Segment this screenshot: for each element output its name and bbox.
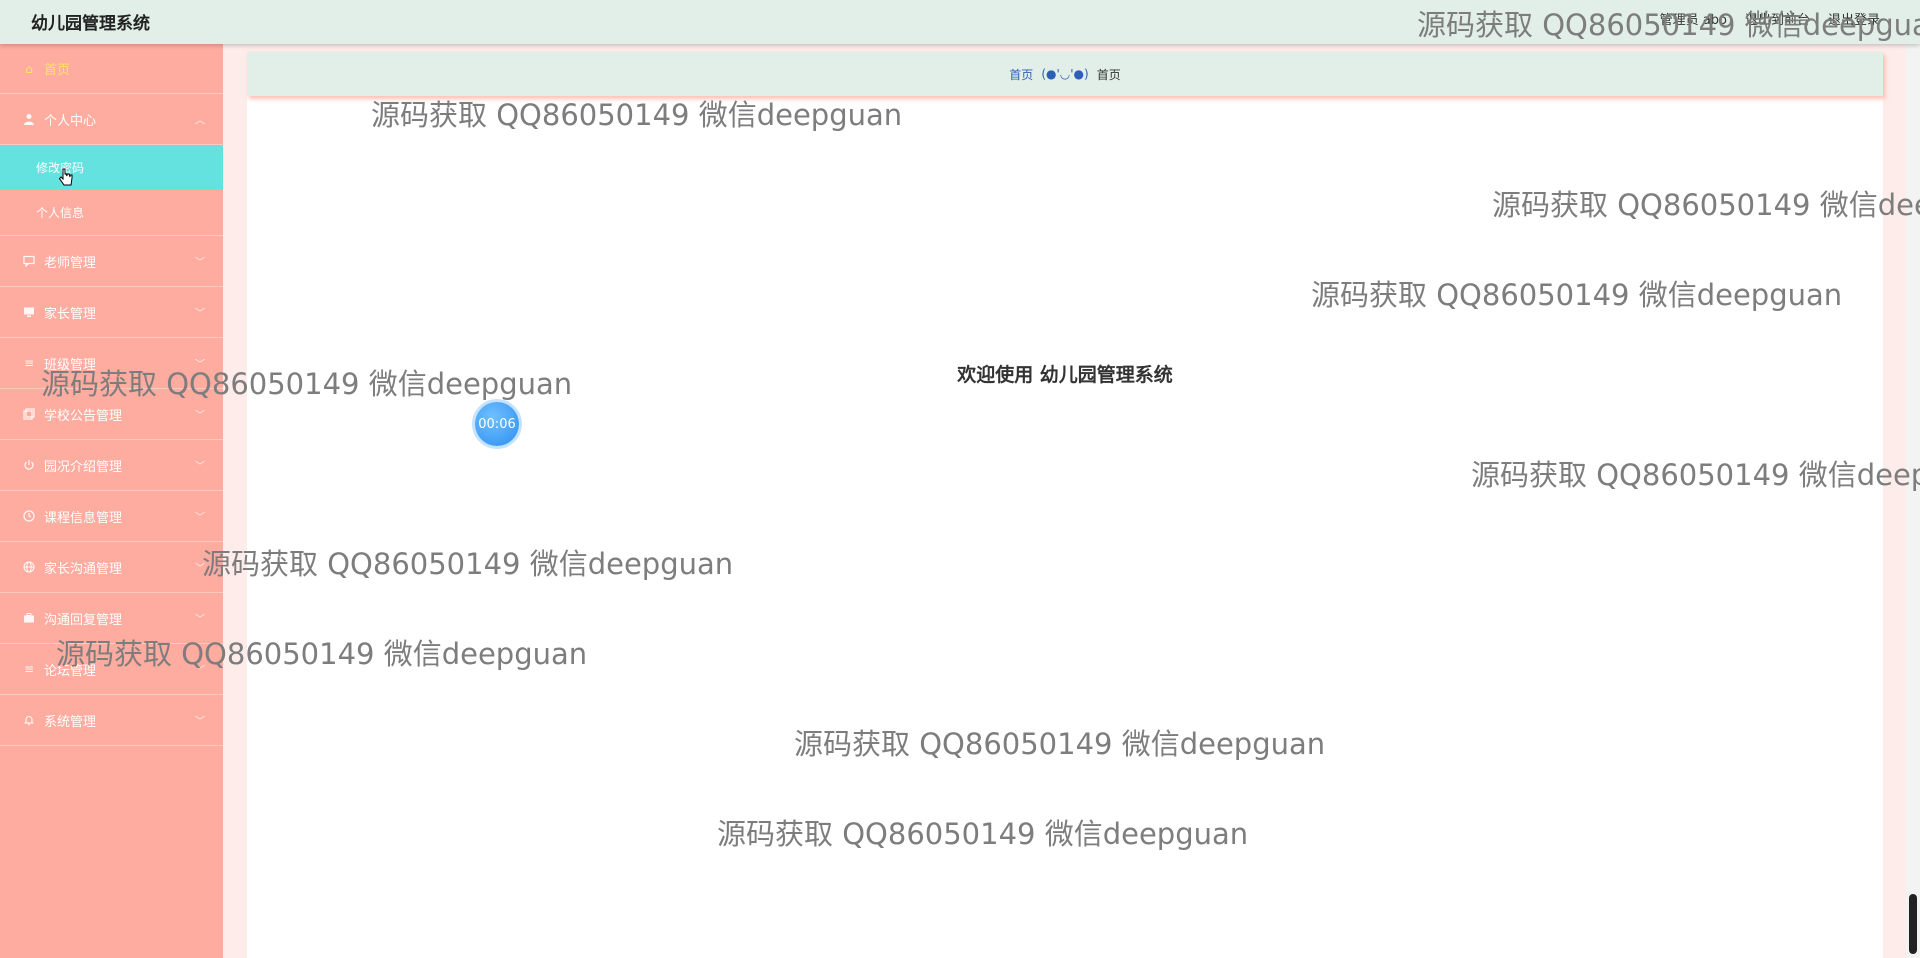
bell-icon: [22, 713, 36, 727]
sidebar-item-label: 班级管理: [44, 357, 97, 373]
sidebar-item-reply[interactable]: 沟通回复管理 ﹀: [0, 593, 223, 644]
sidebar-item-personal-center[interactable]: 个人中心 ︿: [0, 94, 223, 145]
chevron-down-icon: ﹀: [195, 512, 205, 524]
list-icon: ≡: [23, 356, 35, 370]
main-area: 首页 (●'◡'●) 首页 欢迎使用 幼儿园管理系统: [223, 44, 1920, 958]
breadcrumb-separator: (●'◡'●): [1041, 67, 1089, 81]
sidebar-item-label: 个人中心: [44, 113, 97, 129]
welcome-message: 欢迎使用 幼儿园管理系统: [957, 364, 1173, 386]
sidebar-item-school-notice[interactable]: 学校公告管理 ﹀: [0, 389, 223, 440]
recording-timer[interactable]: 00:06: [475, 402, 519, 446]
sidebar-item-label: 家长沟通管理: [44, 561, 123, 577]
sidebar-item-system[interactable]: 系统管理 ﹀: [0, 695, 223, 746]
scrollbar-thumb[interactable]: [1909, 894, 1917, 954]
sidebar-item-label: 家长管理: [44, 306, 97, 322]
chevron-down-icon: ﹀: [195, 614, 205, 626]
chevron-down-icon: ﹀: [195, 716, 205, 728]
hand-cursor-icon: [58, 168, 74, 192]
sidebar-subitem-personal-info[interactable]: 个人信息: [0, 190, 223, 235]
breadcrumb: 首页 (●'◡'●) 首页: [247, 52, 1883, 96]
clock-icon: [22, 509, 36, 523]
chevron-down-icon: ﹀: [195, 257, 205, 269]
top-right-actions: 管理员 abo 退出到前台 退出登录: [1660, 9, 1880, 28]
sidebar-item-class[interactable]: ≡ 班级管理 ﹀: [0, 338, 223, 389]
exit-to-front-link[interactable]: 退出到前台: [1745, 9, 1810, 28]
sidebar-item-parent-communication[interactable]: 家长沟通管理 ﹀: [0, 542, 223, 593]
sidebar-item-parent[interactable]: 家长管理 ﹀: [0, 287, 223, 338]
sidebar-item-label: 课程信息管理: [44, 510, 123, 526]
breadcrumb-current: 首页: [1096, 67, 1121, 82]
sidebar-item-label: 系统管理: [44, 714, 97, 730]
chevron-down-icon: ﹀: [195, 461, 205, 473]
sidebar-item-label: 首页: [44, 63, 71, 78]
sidebar-item-label: 园况介绍管理: [44, 459, 123, 475]
sidebar-item-course[interactable]: 课程信息管理 ﹀: [0, 491, 223, 542]
scrollbar[interactable]: [1906, 44, 1920, 958]
breadcrumb-home-link[interactable]: 首页: [1009, 66, 1033, 83]
sidebar-item-label: 沟通回复管理: [44, 612, 123, 628]
chevron-down-icon: ﹀: [195, 563, 205, 575]
briefcase-icon: [22, 611, 36, 625]
sidebar-item-label: 学校公告管理: [44, 408, 123, 424]
app-title: 幼儿园管理系统: [31, 14, 150, 34]
chevron-down-icon: ﹀: [195, 410, 205, 422]
sidebar-item-label: 论坛管理: [44, 663, 97, 679]
power-icon: [22, 458, 36, 472]
user-label: 管理员 abo: [1659, 13, 1727, 28]
sidebar-item-label: 老师管理: [44, 255, 97, 271]
globe-icon: [22, 560, 36, 574]
sidebar-item-forum[interactable]: ≡ 论坛管理 ﹀: [0, 644, 223, 695]
sidebar: ⌂ 首页 个人中心 ︿ 修改密码 个人信息 老师管理 ﹀ 家长管理 ﹀ ≡ 班级…: [0, 44, 223, 958]
logout-link[interactable]: 退出登录: [1828, 9, 1880, 28]
chevron-down-icon: ﹀: [195, 359, 205, 371]
chevron-up-icon: ︿: [195, 115, 205, 127]
user-icon: [22, 112, 36, 126]
sidebar-item-teacher[interactable]: 老师管理 ﹀: [0, 236, 223, 287]
sidebar-item-home[interactable]: ⌂ 首页: [0, 44, 223, 94]
copy-icon: [22, 407, 36, 421]
home-icon: ⌂: [25, 61, 33, 76]
sidebar-item-intro[interactable]: 园况介绍管理 ﹀: [0, 440, 223, 491]
monitor-icon: [22, 305, 36, 319]
chevron-down-icon: ﹀: [195, 308, 205, 320]
personal-center-submenu: 修改密码 个人信息: [0, 145, 223, 236]
list-icon: ≡: [23, 662, 35, 676]
chevron-down-icon: ﹀: [195, 665, 205, 677]
top-header: 幼儿园管理系统 管理员 abo 退出到前台 退出登录: [0, 0, 1920, 44]
content-panel: 首页 (●'◡'●) 首页 欢迎使用 幼儿园管理系统: [247, 52, 1883, 958]
sidebar-subitem-change-password[interactable]: 修改密码: [0, 145, 223, 190]
chat-icon: [22, 254, 36, 268]
